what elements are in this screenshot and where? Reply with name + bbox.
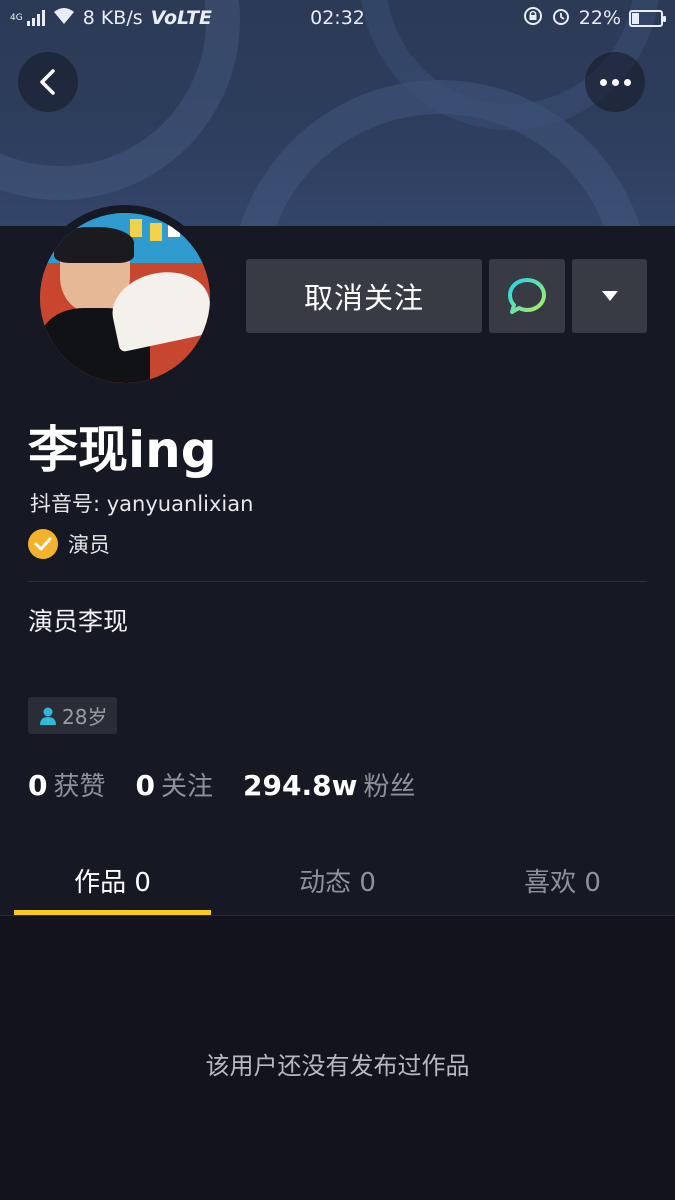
alarm-icon xyxy=(551,6,571,31)
volte-indicator: VoLTE xyxy=(150,7,212,29)
stats-row: 0 获赞 0 关注 294.8w 粉丝 xyxy=(28,766,415,803)
network-type: 4G xyxy=(10,12,23,23)
network-speed: 8 KB/s xyxy=(82,7,143,29)
bio: 演员李现 xyxy=(28,607,129,636)
verification-row: 演员 xyxy=(28,529,110,559)
chevron-left-icon xyxy=(40,69,55,95)
stat-number: 294.8w xyxy=(243,769,358,802)
stat-label: 获赞 xyxy=(53,772,106,802)
stat-label: 粉丝 xyxy=(363,772,416,802)
profile-screen: 4G 8 KB/s VoLTE 02:32 22% 取消关注 李现ing 抖音号… xyxy=(0,0,675,1200)
status-bar: 4G 8 KB/s VoLTE 02:32 22% xyxy=(0,0,675,36)
empty-state-message: 该用户还没有发布过作品 xyxy=(205,1052,470,1080)
signal-icon xyxy=(26,10,45,26)
tab-likes[interactable]: 喜欢 0 xyxy=(450,846,675,915)
wifi-icon xyxy=(53,7,75,30)
tab-activity[interactable]: 动态 0 xyxy=(225,846,450,915)
rotation-lock-icon xyxy=(523,6,543,31)
divider xyxy=(28,581,647,582)
stat-following[interactable]: 0 关注 xyxy=(136,766,214,803)
person-icon xyxy=(40,707,56,725)
stat-followers[interactable]: 294.8w 粉丝 xyxy=(243,766,415,803)
stat-number: 0 xyxy=(28,769,48,802)
age-tag: 28岁 xyxy=(28,697,118,734)
more-options-button[interactable] xyxy=(585,52,645,112)
battery-percent: 22% xyxy=(578,7,621,29)
more-dots-icon xyxy=(599,78,631,86)
age-label: 28岁 xyxy=(62,705,108,729)
avatar-image xyxy=(40,213,210,383)
stat-likes[interactable]: 0 获赞 xyxy=(28,766,106,803)
recommend-dropdown-button[interactable] xyxy=(572,259,647,333)
tab-works[interactable]: 作品 0 xyxy=(0,846,225,915)
back-button[interactable] xyxy=(18,52,78,112)
profile-name: 李现ing xyxy=(28,421,217,479)
verified-check-icon xyxy=(28,529,58,559)
chat-bubble-icon xyxy=(508,278,546,314)
stat-label: 关注 xyxy=(160,772,213,802)
message-button[interactable] xyxy=(489,259,565,333)
unfollow-button[interactable]: 取消关注 xyxy=(246,259,482,333)
avatar[interactable] xyxy=(32,205,218,391)
caret-down-icon xyxy=(601,291,618,301)
douyin-id: 抖音号: yanyuanlixian xyxy=(30,492,254,516)
active-tab-indicator xyxy=(14,910,211,915)
verified-label: 演员 xyxy=(68,533,110,557)
content-tabs: 作品 0 动态 0 喜欢 0 xyxy=(0,846,675,916)
battery-icon xyxy=(629,9,666,27)
stat-number: 0 xyxy=(135,769,155,802)
